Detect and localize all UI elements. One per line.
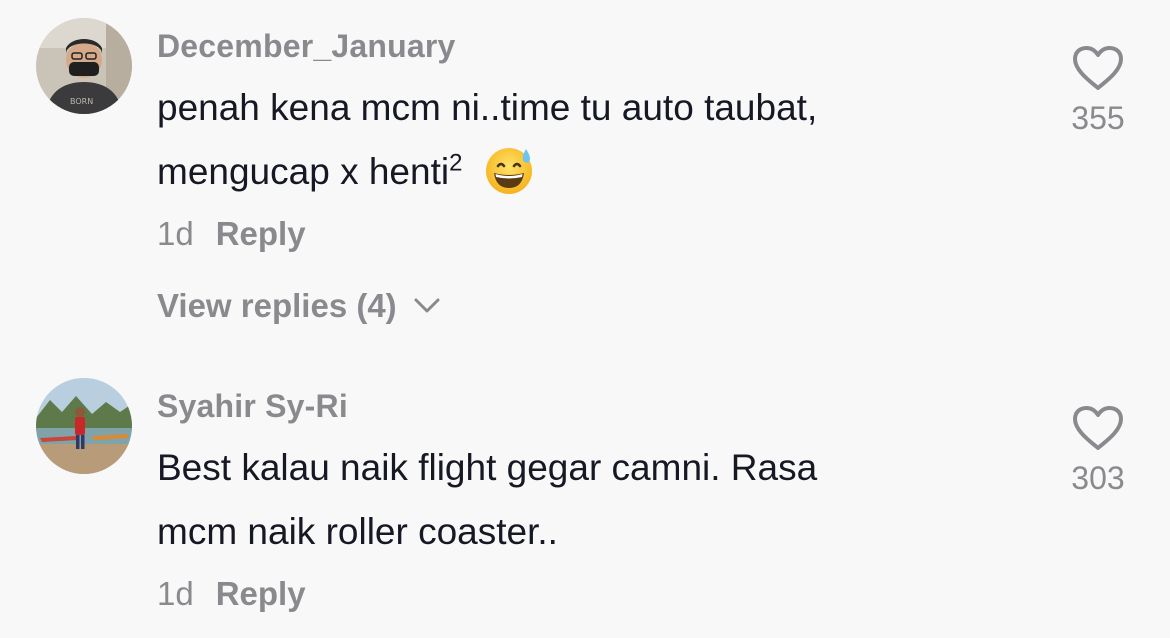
like-button[interactable]: 303 bbox=[1060, 404, 1136, 497]
comment-text-line: penah kena mcm ni..time tu auto taubat, bbox=[157, 87, 818, 128]
comment-text: penah kena mcm ni..time tu auto taubat, … bbox=[157, 76, 977, 204]
like-count: 303 bbox=[1071, 460, 1125, 496]
heart-outline-icon bbox=[1073, 46, 1123, 90]
comment-username[interactable]: December_January bbox=[157, 28, 455, 65]
chevron-down-icon bbox=[414, 298, 440, 313]
reply-button[interactable]: Reply bbox=[216, 575, 306, 612]
like-button[interactable]: 355 bbox=[1060, 44, 1136, 137]
view-replies-label: View replies (4) bbox=[157, 287, 397, 324]
comment-text-line: mcm naik roller coaster.. bbox=[157, 511, 558, 552]
comment-text-line: Best kalau naik flight gegar camni. Rasa bbox=[157, 447, 818, 488]
comment-username[interactable]: Syahir Sy-Ri bbox=[157, 388, 348, 425]
comment-time: 1d bbox=[157, 575, 194, 612]
comment-time: 1d bbox=[157, 215, 194, 252]
avatar[interactable] bbox=[36, 378, 132, 474]
comment-meta: 1d Reply bbox=[157, 575, 306, 613]
reply-button[interactable]: Reply bbox=[216, 215, 306, 252]
like-count: 355 bbox=[1071, 100, 1125, 136]
comment-text-line: mengucap x henti2 bbox=[157, 140, 977, 204]
avatar[interactable]: BORN bbox=[36, 18, 132, 114]
comment-meta: 1d Reply bbox=[157, 215, 306, 253]
comment-text: Best kalau naik flight gegar camni. Rasa… bbox=[157, 436, 977, 564]
comment-item: BORN December_January penah kena mcm ni.… bbox=[0, 0, 1170, 340]
comments-panel: BORN December_January penah kena mcm ni.… bbox=[0, 0, 1170, 638]
superscript: 2 bbox=[449, 149, 463, 177]
comment-text-segment: mengucap x henti bbox=[157, 151, 450, 192]
view-replies-button[interactable]: View replies (4) bbox=[157, 287, 442, 325]
heart-outline-icon bbox=[1073, 406, 1123, 450]
svg-text:BORN: BORN bbox=[70, 97, 93, 106]
grinning-face-with-sweat-icon bbox=[483, 144, 535, 196]
comment-item: Syahir Sy-Ri Best kalau naik flight gega… bbox=[0, 360, 1170, 638]
